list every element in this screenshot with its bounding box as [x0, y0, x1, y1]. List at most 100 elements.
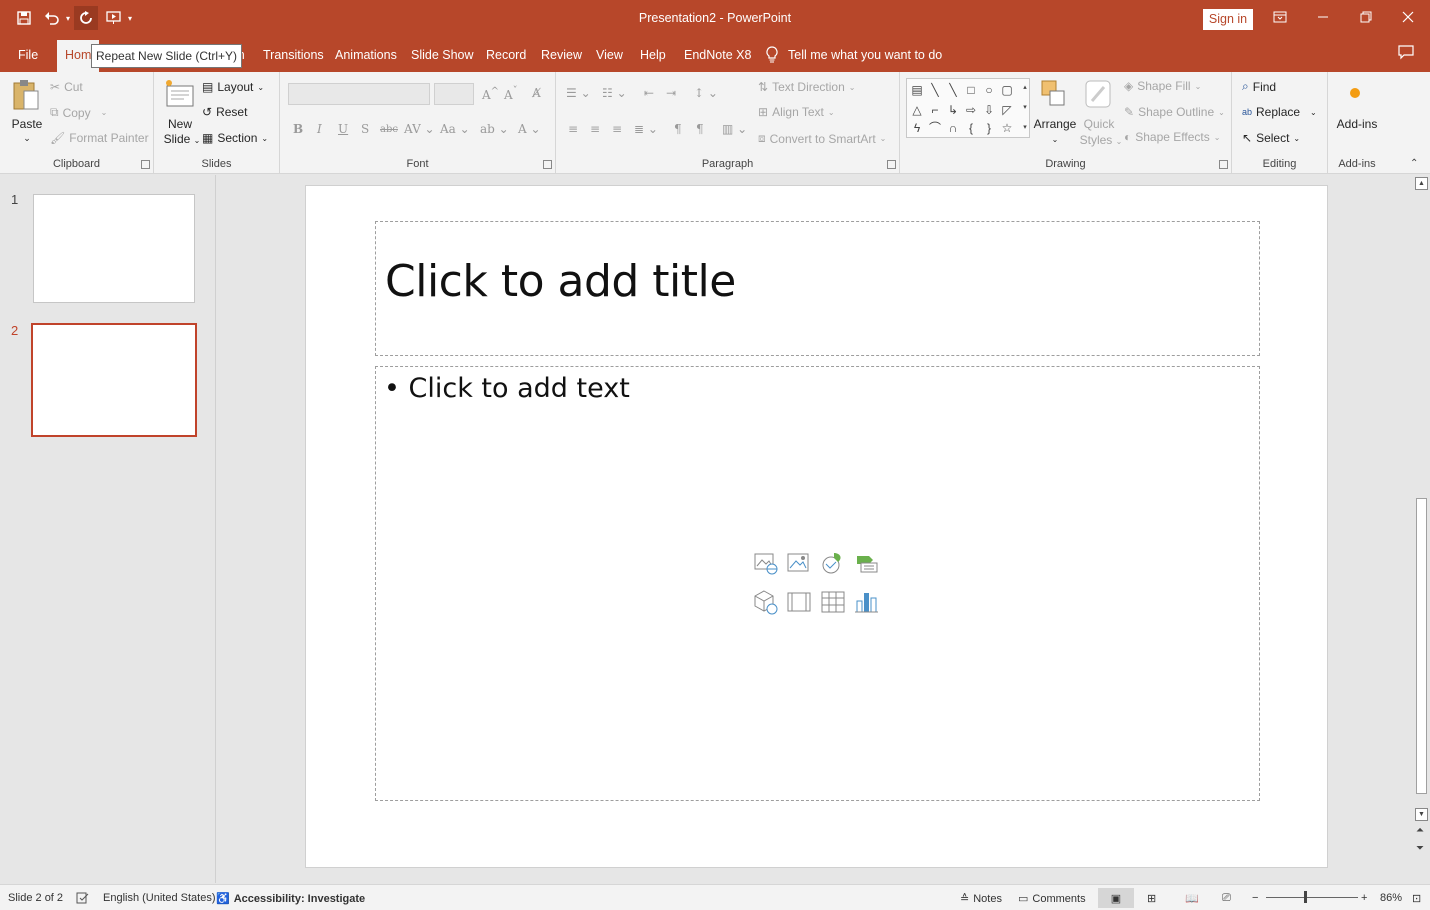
italic-icon[interactable]: I — [317, 122, 322, 136]
copy-button[interactable]: ⧉ Copy ⌄ — [50, 105, 107, 120]
rtl-icon[interactable]: ¶ — [696, 122, 704, 136]
tab-record[interactable]: Record — [486, 48, 526, 62]
quick-styles-icon[interactable] — [1084, 79, 1114, 114]
new-slide-label-1[interactable]: New — [160, 117, 200, 132]
character-spacing-icon[interactable]: AV ⌄ — [404, 122, 435, 136]
title-placeholder[interactable]: Click to add title — [375, 221, 1260, 356]
zoom-level[interactable]: 86% — [1380, 892, 1402, 904]
spell-check-icon[interactable] — [76, 892, 89, 904]
addins-icon[interactable] — [1350, 88, 1360, 98]
rounded-rect-icon[interactable]: ▢ — [1000, 83, 1014, 97]
table-icon[interactable] — [820, 589, 846, 615]
layout-button[interactable]: ▤ Layout ⌄ — [202, 80, 264, 94]
decrease-indent-icon[interactable]: ⇤ — [644, 86, 654, 100]
tab-endnote[interactable]: EndNote X8 — [684, 48, 751, 62]
ltr-icon[interactable]: ¶ — [674, 122, 682, 136]
new-slide-icon[interactable] — [164, 78, 196, 113]
next-slide-icon[interactable]: ⏷ — [1416, 843, 1424, 854]
vertical-scrollbar[interactable]: ▲ ▼ ⏶ ⏷ — [1413, 175, 1430, 883]
down-arrow-icon[interactable]: ⇩ — [982, 103, 996, 117]
zoom-slider-thumb[interactable] — [1304, 891, 1307, 903]
gallery-down-icon[interactable]: ▾ — [1018, 101, 1032, 115]
scroll-up-icon[interactable]: ▲ — [1415, 177, 1428, 190]
elbow-connector-icon[interactable]: ⌐ — [928, 103, 942, 117]
paste-button[interactable]: Paste — [8, 117, 46, 132]
text-direction-button[interactable]: ⇅ Text Direction ⌄ — [758, 80, 855, 94]
tab-view[interactable]: View — [596, 48, 623, 62]
snip-rect-icon[interactable]: ◸ — [1000, 103, 1014, 117]
comments-icon[interactable] — [1398, 45, 1414, 63]
format-painter-button[interactable]: 🖌 Format Painter — [50, 131, 149, 145]
3d-models-icon[interactable] — [753, 589, 779, 615]
line-spacing-icon[interactable]: ↕ ⌄ — [694, 86, 718, 100]
underline-icon[interactable]: U — [338, 122, 348, 136]
bold-icon[interactable]: B — [293, 122, 303, 136]
reset-button[interactable]: ↺ Reset — [202, 105, 247, 119]
arrow-line-icon[interactable]: ╲ — [946, 83, 960, 97]
zoom-slider[interactable] — [1266, 897, 1358, 898]
triangle-icon[interactable]: △ — [910, 103, 924, 117]
sign-in-button[interactable]: Sign in — [1203, 9, 1253, 30]
slide-counter[interactable]: Slide 2 of 2 — [8, 892, 63, 904]
font-size-combo[interactable] — [434, 83, 474, 105]
tab-file[interactable]: File — [18, 48, 38, 62]
paragraph-launcher-icon[interactable] — [887, 160, 896, 169]
curve-icon[interactable]: ∩ — [946, 121, 960, 135]
fit-to-window-icon[interactable]: ⊡ — [1412, 892, 1421, 905]
previous-slide-icon[interactable]: ⏶ — [1416, 825, 1424, 836]
tab-transitions[interactable]: Transitions — [263, 48, 324, 62]
rectangle-icon[interactable]: □ — [964, 83, 978, 97]
tell-me-search[interactable]: Tell me what you want to do — [766, 46, 942, 63]
arrange-dropdown-icon[interactable]: ⌄ — [1032, 132, 1078, 147]
clear-formatting-icon[interactable]: Ⱥ — [532, 86, 541, 100]
text-box-icon[interactable]: ▤ — [910, 83, 924, 97]
content-placeholder[interactable]: • Click to add text — [375, 366, 1260, 801]
scroll-thumb[interactable] — [1416, 498, 1427, 794]
cut-button[interactable]: ✂ Cut — [50, 80, 83, 94]
replace-button[interactable]: ab Replace ⌄ — [1242, 105, 1317, 119]
font-color-icon[interactable]: A ⌄ — [518, 122, 541, 136]
new-slide-button[interactable]: Slide ⌄ — [160, 132, 204, 148]
decrease-font-size-icon[interactable]: Aˇ — [504, 86, 518, 102]
comments-button[interactable]: ▭ Comments — [1018, 892, 1086, 906]
paste-icon[interactable] — [12, 79, 40, 116]
arc-icon[interactable]: ⌒ — [928, 121, 942, 135]
gallery-more-icon[interactable]: ▾ — [1018, 121, 1032, 135]
elbow-arrow-icon[interactable]: ↳ — [946, 103, 960, 117]
collapse-ribbon-icon[interactable]: ⌃ — [1410, 158, 1418, 169]
align-text-button[interactable]: ⊞ Align Text ⌄ — [758, 105, 835, 119]
tab-review[interactable]: Review — [541, 48, 582, 62]
drawing-launcher-icon[interactable] — [1219, 160, 1228, 169]
right-arrow-icon[interactable]: ⇨ — [964, 103, 978, 117]
bullets-icon[interactable]: ☰ ⌄ — [566, 86, 591, 100]
convert-smartart-button[interactable]: ⧈ Convert to SmartArt ⌄ — [758, 131, 886, 146]
font-name-combo[interactable] — [288, 83, 430, 105]
scroll-down-icon[interactable]: ▼ — [1415, 808, 1428, 821]
video-icon[interactable] — [786, 589, 812, 615]
slide-thumbnail-2[interactable] — [31, 323, 197, 437]
align-center-icon[interactable]: ≡ — [590, 122, 600, 136]
quick-styles-label-1[interactable]: Quick — [1078, 117, 1120, 132]
tab-animations[interactable]: Animations — [335, 48, 397, 62]
slide-sorter-button[interactable]: ⊞ — [1147, 892, 1156, 905]
tab-slide-show[interactable]: Slide Show — [411, 48, 474, 62]
align-left-icon[interactable]: ≡ — [568, 122, 578, 136]
strikethrough-icon[interactable]: abc — [380, 124, 398, 135]
pictures-icon[interactable] — [786, 550, 812, 576]
smartart-graphic-icon[interactable] — [853, 550, 879, 576]
lightning-icon[interactable]: ϟ — [910, 121, 924, 135]
select-button[interactable]: ↖ Select ⌄ — [1242, 131, 1300, 145]
language-indicator[interactable]: English (United States) — [103, 892, 216, 904]
shape-effects-button[interactable]: ◐ Shape Effects ⌄ — [1124, 130, 1220, 144]
stock-images-icon[interactable] — [753, 550, 779, 576]
restore-icon[interactable] — [1352, 5, 1380, 29]
oval-icon[interactable]: ○ — [982, 83, 996, 97]
accessibility-checker[interactable]: ♿ Accessibility: Investigate — [216, 892, 365, 906]
tab-help[interactable]: Help — [640, 48, 666, 62]
ribbon-display-options-icon[interactable] — [1266, 5, 1294, 29]
arrange-button[interactable]: Arrange — [1032, 117, 1078, 132]
shapes-gallery[interactable]: ▤ ╲ ╲ □ ○ ▢ △ ⌐ ↳ ⇨ ⇩ ◸ ϟ ⌒ ∩ { } ☆ ▴ ▾ … — [906, 78, 1030, 138]
reading-view-button[interactable]: 📖 — [1185, 892, 1199, 905]
normal-view-button[interactable]: ▣ — [1098, 888, 1134, 908]
shape-fill-button[interactable]: ◈ Shape Fill ⌄ — [1124, 79, 1201, 93]
